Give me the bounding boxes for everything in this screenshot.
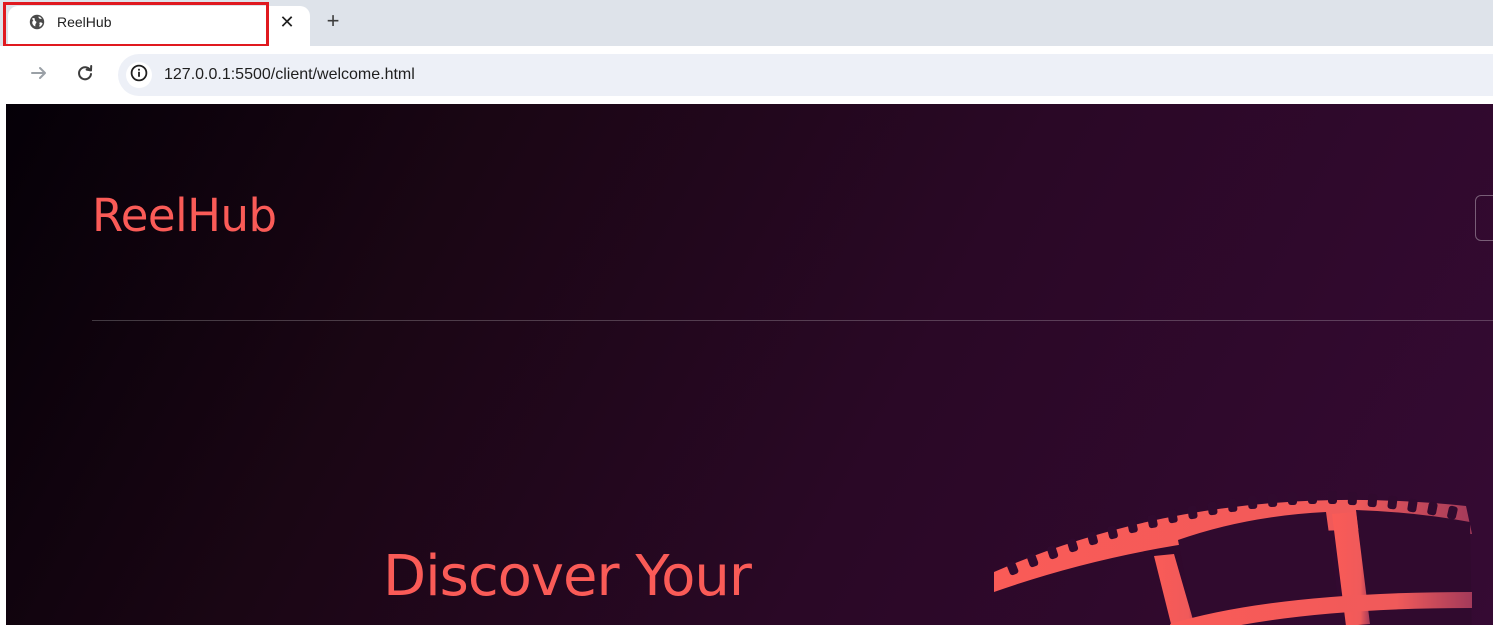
- hero-heading: Discover Your: [383, 544, 752, 609]
- forward-button[interactable]: [26, 62, 52, 88]
- browser-toolbar: 127.0.0.1:5500/client/welcome.html: [0, 46, 1493, 104]
- header-button[interactable]: [1475, 195, 1493, 241]
- site-info-button[interactable]: [126, 62, 152, 88]
- url-text[interactable]: 127.0.0.1:5500/client/welcome.html: [164, 66, 415, 84]
- brand-logo[interactable]: ReelHub: [92, 188, 277, 244]
- arrow-right-icon: [29, 63, 49, 88]
- tab-strip: ReelHub ✕ +: [0, 0, 1493, 47]
- new-tab-button[interactable]: +: [321, 9, 345, 33]
- globe-icon: [29, 14, 45, 30]
- tab-close-button[interactable]: ✕: [276, 11, 298, 33]
- reload-icon: [75, 63, 95, 88]
- info-icon: [130, 64, 148, 87]
- film-strip-icon: [986, 474, 1486, 625]
- header-divider: [92, 320, 1493, 321]
- reload-button[interactable]: [72, 62, 98, 88]
- tab-title: ReelHub: [57, 14, 112, 30]
- browser-tab[interactable]: ReelHub ✕: [8, 6, 310, 46]
- page-viewport: ReelHub Discover Your: [6, 104, 1493, 625]
- address-bar[interactable]: 127.0.0.1:5500/client/welcome.html: [118, 54, 1493, 96]
